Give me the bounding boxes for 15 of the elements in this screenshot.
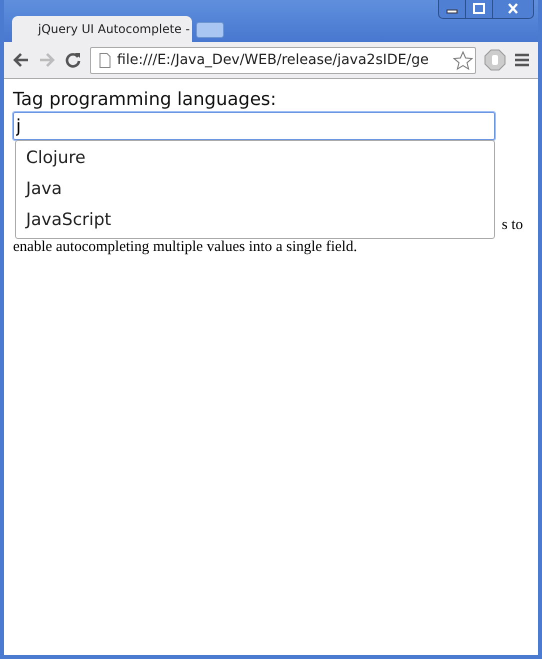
star-icon[interactable] — [453, 50, 473, 70]
browser-tab[interactable]: jQuery UI Autocomplete - — [12, 16, 192, 42]
address-bar[interactable]: file:///E:/Java_Dev/WEB/release/java2sIDE/ge — [90, 46, 476, 74]
suggestion-item[interactable]: JavaScript — [16, 205, 494, 236]
back-icon[interactable] — [12, 52, 30, 68]
menu-icon[interactable] — [514, 53, 530, 67]
description-text: s to — [502, 217, 523, 233]
description-text: enable autocompleting multiple values into a single field. — [13, 238, 358, 257]
suggestion-item[interactable]: Java — [16, 174, 494, 205]
tag-input-field[interactable]: j — [13, 112, 495, 140]
field-label: Tag programming languages: — [13, 89, 278, 111]
page-icon — [99, 52, 111, 68]
extension-icon[interactable] — [484, 49, 506, 71]
suggestion-item[interactable]: Clojure — [16, 143, 494, 174]
reload-icon[interactable] — [64, 51, 82, 69]
